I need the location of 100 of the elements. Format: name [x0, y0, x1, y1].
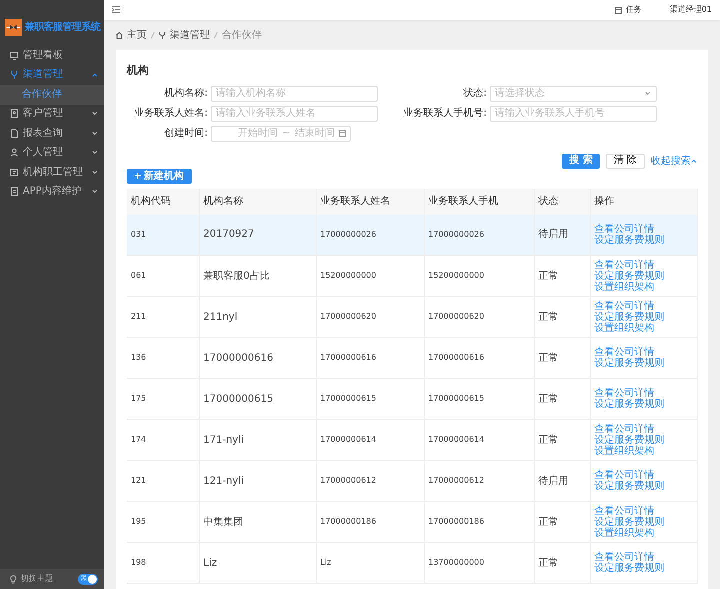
- action-link[interactable]: 设定服务费规则: [594, 399, 692, 410]
- id-card-icon: [10, 168, 19, 178]
- table-row[interactable]: 198 Liz Liz 13700000000 正常 查看公司详情 设定服务费规则: [127, 542, 697, 584]
- slash-separator-icon: [214, 32, 218, 38]
- action-link[interactable]: 设定服务费规则: [594, 434, 692, 446]
- table-cell: 17000000614: [428, 435, 484, 444]
- action-link[interactable]: 查看公司详情: [594, 388, 692, 399]
- table-cell: 17000000614: [320, 435, 376, 444]
- sidebar-item[interactable]: 机构职工管理: [0, 163, 104, 182]
- action-link[interactable]: 设置组织架构: [594, 528, 692, 538]
- table-cell: 198: [131, 558, 146, 567]
- table-cell: 17000000186: [428, 517, 484, 526]
- sidebar-item[interactable]: 客户管理: [0, 104, 104, 124]
- table-cell: 211nyl: [204, 312, 238, 322]
- breadcrumb-item[interactable]: 主页: [127, 28, 147, 42]
- table-cell: 待启用: [538, 229, 568, 240]
- action-link[interactable]: 设定服务费规则: [594, 312, 692, 322]
- table-cell: 17000000616: [428, 353, 484, 362]
- table-cell: Liz: [320, 558, 332, 567]
- select-field[interactable]: 请选择状态: [490, 86, 657, 102]
- action-link[interactable]: 设定服务费规则: [594, 234, 692, 246]
- table-row[interactable]: 031 20170927 17000000026 17000000026 待启用 查看公司详情 设定服务费规则: [127, 214, 697, 256]
- action-link[interactable]: 设定服务费规则: [594, 358, 692, 369]
- table-cell: 17000000620: [428, 312, 484, 321]
- table-cell: 136: [131, 353, 146, 362]
- table-row[interactable]: 175 17000000615 17000000615 17000000615 正常 查看公司详情 设定服务费规则: [127, 378, 697, 420]
- sidebar-subitem[interactable]: 合作伙伴: [0, 85, 104, 104]
- sidebar-item[interactable]: 报表查询: [0, 124, 104, 144]
- column-header: 业务联系人姓名: [316, 188, 424, 214]
- action-link[interactable]: 查看公司详情: [594, 260, 692, 270]
- table-cell: 061: [131, 271, 146, 280]
- person-icon: [10, 148, 19, 158]
- table-cell: 17000000615: [204, 394, 274, 404]
- sidebar-item[interactable]: 渠道管理: [0, 66, 104, 85]
- search-button[interactable]: 搜 索: [562, 154, 600, 168]
- table-cell: 17000000616: [320, 353, 376, 362]
- sidebar-item[interactable]: 管理看板: [0, 46, 104, 66]
- action-link[interactable]: 查看公司详情: [594, 300, 692, 312]
- column-header: 状态: [534, 188, 590, 214]
- collapse-search-link[interactable]: 收起搜索: [651, 154, 697, 168]
- slash-separator-icon: [151, 32, 155, 38]
- table-cell: 正常: [538, 270, 558, 282]
- table-cell: 171-nyli: [204, 434, 244, 446]
- clipboard-icon: [10, 187, 19, 198]
- table-row[interactable]: 061 兼职客服0占比 15200000000 15200000000 正常 查看公司详情 设定服务费规则 设置组织架构: [127, 256, 697, 296]
- action-link[interactable]: 设定服务费规则: [594, 270, 692, 282]
- action-link[interactable]: 设定服务费规则: [594, 516, 692, 528]
- action-link[interactable]: 查看公司详情: [594, 347, 692, 358]
- table-row[interactable]: 174 171-nyli 17000000614 17000000614 正常 查看公司详情 设定服务费规则 设置组织架构: [127, 420, 697, 460]
- sidebar-item[interactable]: 个人管理: [0, 144, 104, 163]
- logo-icon: [5, 18, 22, 36]
- column-header: 机构名称: [199, 188, 316, 214]
- table-cell: 17000000615: [428, 394, 484, 403]
- table-cell: 正常: [538, 516, 558, 528]
- tasks-link[interactable]: 任务: [626, 4, 642, 16]
- field-label: 机构名称:: [164, 86, 209, 101]
- table-row[interactable]: 195 中集集团 17000000186 17000000186 正常 查看公司详情 设定服务费规则 设置组织架构: [127, 502, 697, 542]
- table-cell: 待启用: [538, 476, 568, 486]
- action-link[interactable]: 查看公司详情: [594, 470, 692, 481]
- input-field[interactable]: 请输入业务联系人手机号: [490, 106, 657, 122]
- sidebar-item[interactable]: APP内容维护: [0, 182, 104, 202]
- table-cell: 20170927: [204, 229, 254, 240]
- table-cell: 正常: [538, 312, 558, 322]
- table-cell: 031: [131, 230, 146, 239]
- table-cell: 17000000615: [320, 394, 376, 403]
- table-cell: 正常: [538, 352, 558, 364]
- action-link[interactable]: 设置组织架构: [594, 322, 692, 334]
- new-button[interactable]: 新建机构: [127, 168, 192, 184]
- input-field[interactable]: 请输入业务联系人姓名: [211, 106, 378, 122]
- plus-icon: [135, 173, 141, 179]
- table-cell: 174: [131, 435, 146, 444]
- date-range-field[interactable]: 开始时间 ~ 结束时间: [211, 126, 351, 142]
- table-cell: 195: [131, 517, 146, 526]
- action-link[interactable]: 查看公司详情: [594, 224, 692, 235]
- document-icon: [10, 128, 19, 139]
- table-row[interactable]: 211 211nyl 17000000620 17000000620 正常 查看公司详情 设定服务费规则 设置组织架构: [127, 296, 697, 338]
- column-header: 机构代码: [127, 188, 199, 214]
- table-cell: 121: [131, 476, 146, 485]
- action-link[interactable]: 设定服务费规则: [594, 563, 692, 574]
- breadcrumb-item[interactable]: 渠道管理: [170, 28, 210, 42]
- chevron-down-icon: [645, 92, 651, 96]
- table-cell: Liz: [204, 558, 218, 568]
- user-name[interactable]: 渠道经理01: [670, 4, 712, 16]
- action-link[interactable]: 设定服务费规则: [594, 481, 692, 492]
- action-link[interactable]: 查看公司详情: [594, 424, 692, 434]
- contact-card-icon: [10, 109, 19, 120]
- action-link[interactable]: 查看公司详情: [594, 506, 692, 516]
- table-row[interactable]: 121 121-nyli 17000000612 17000000612 待启用 查看公司详情 设定服务费规则: [127, 460, 697, 502]
- action-link[interactable]: 查看公司详情: [594, 552, 692, 563]
- field-label: 创建时间:: [164, 126, 209, 141]
- action-link[interactable]: 设置组织架构: [594, 446, 692, 456]
- table-cell: 正常: [538, 394, 558, 404]
- table-row[interactable]: 136 17000000616 17000000616 17000000616 正常 查看公司详情 设定服务费规则: [127, 338, 697, 378]
- input-field[interactable]: 请输入机构名称: [211, 86, 378, 102]
- action-link[interactable]: 设置组织架构: [594, 282, 692, 292]
- clear-button[interactable]: 清 除: [606, 154, 645, 168]
- table-cell: 17000000612: [428, 476, 484, 485]
- field-label: 业务联系人手机号:: [402, 106, 488, 121]
- table-cell: 17000000186: [320, 517, 376, 526]
- breadcrumb-item: 合作伙伴: [222, 28, 262, 42]
